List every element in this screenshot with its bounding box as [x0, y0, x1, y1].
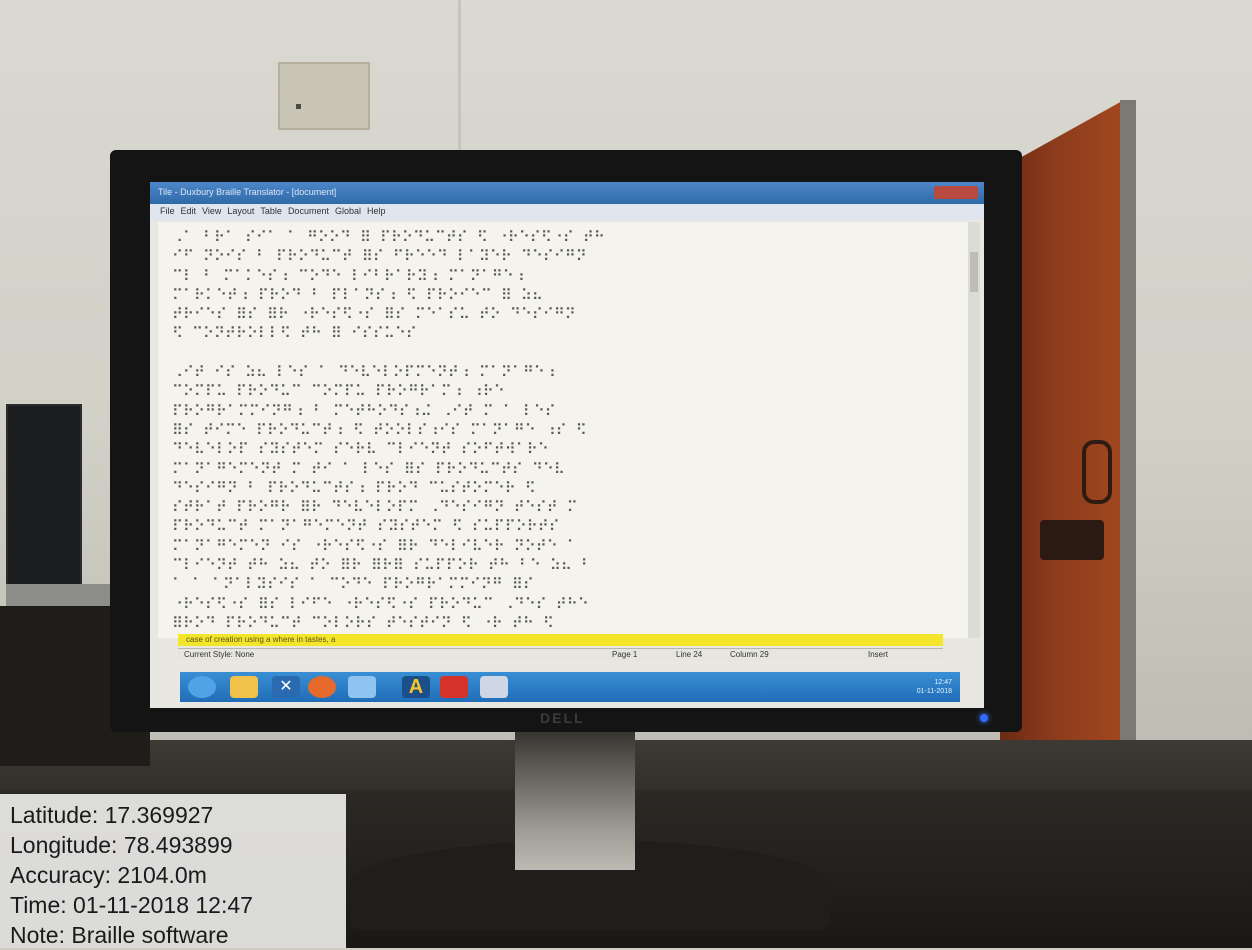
- window-close-button[interactable]: [934, 186, 978, 199]
- taskbar-clock[interactable]: 12:47 01-11-2018: [917, 678, 952, 696]
- status-mode: Insert: [868, 650, 889, 659]
- status-page: Page 1: [612, 650, 638, 659]
- taskbar: ✕ A 12:47 01-11-2018: [180, 672, 960, 702]
- door-frame: [1120, 100, 1136, 760]
- laptop-base: [6, 584, 116, 606]
- monitor-screen: Tile - Duxbury Braille Translator - [doc…: [150, 182, 984, 708]
- overlay-latitude: Latitude: 17.369927: [10, 802, 214, 828]
- braille-line: ⠉⠇ ⠃ ⠍⠁⠅⠑⠎⠰ ⠉⠕⠙⠑ ⠇⠊⠃⠗⠁⠗⠽⠰ ⠍⠁⠝⠁⠛⠑⠰: [172, 266, 525, 285]
- menu-item-help[interactable]: Help: [367, 206, 386, 216]
- braille-line: [172, 344, 968, 363]
- door-lock: [1040, 520, 1104, 560]
- menu-item-global[interactable]: Global: [335, 206, 361, 216]
- menu-item-view[interactable]: View: [202, 206, 221, 216]
- braille-line: ⠿⠗⠕⠙ ⠏⠗⠕⠙⠥⠉⠞ ⠉⠕⠇⠕⠗⠎ ⠞⠑⠎⠞⠊⠝ ⠫ ⠐⠗ ⠞⠓ ⠫: [172, 613, 554, 632]
- status-column: Column 29: [730, 650, 769, 659]
- scrollbar-thumb[interactable]: [970, 252, 978, 292]
- folder-icon[interactable]: [230, 676, 258, 698]
- overlay-note: Note: Braille software: [10, 922, 229, 948]
- braille-line: ⠎⠞⠗⠁⠞ ⠏⠗⠕⠛⠗ ⠿⠗ ⠙⠑⠧⠑⠇⠕⠏⠍ ⠠⠙⠑⠎⠊⠛⠝ ⠞⠑⠎⠞ ⠍: [172, 498, 578, 517]
- braille-line: ⠍⠁⠗⠅⠑⠞⠰ ⠏⠗⠕⠙ ⠃ ⠏⠇⠁⠝⠎⠰ ⠫ ⠏⠗⠕⠊⠑⠉ ⠿ ⠵⠦: [172, 285, 543, 304]
- braille-line: ⠙⠑⠎⠊⠛⠝ ⠃ ⠏⠗⠕⠙⠥⠉⠞⠎⠰ ⠏⠗⠕⠙ ⠉⠥⠎⠞⠕⠍⠑⠗ ⠫: [172, 478, 536, 497]
- braille-line: ⠠⠁ ⠃⠗⠁ ⠎⠊⠁ ⠁ ⠛⠕⠕⠙ ⠿ ⠏⠗⠕⠙⠥⠉⠞⠎ ⠫ ⠐⠗⠑⠎⠫⠐⠎ ⠞…: [172, 228, 605, 246]
- status-style: Current Style: None: [184, 650, 255, 659]
- overlay-longitude: Longitude: 78.493899: [10, 832, 233, 858]
- start-orb-icon[interactable]: [188, 676, 216, 698]
- braille-line: ⠠⠊⠞ ⠊⠎ ⠵⠦ ⠇⠑⠎ ⠁ ⠙⠑⠧⠑⠇⠕⠏⠍⠑⠝⠞⠰ ⠍⠁⠝⠁⠛⠑⠰: [172, 363, 556, 382]
- x-icon[interactable]: ✕: [272, 676, 300, 698]
- menu-item-file[interactable]: File: [160, 206, 175, 216]
- power-led-icon[interactable]: [980, 714, 988, 722]
- monitor-stand-neck: [515, 730, 635, 870]
- window-title: Tile - Duxbury Braille Translator - [doc…: [158, 187, 337, 197]
- monitor-logo: DELL: [540, 710, 585, 726]
- braille-line: ⠉⠇⠊⠑⠝⠞ ⠞⠓ ⠵⠦ ⠞⠕ ⠿⠗ ⠿⠗⠿ ⠎⠥⠏⠏⠕⠗ ⠞⠓ ⠃⠑ ⠵⠦ ⠃: [172, 556, 592, 575]
- braille-line: ⠍⠁⠝⠁⠛⠑⠍⠑⠝⠞ ⠍ ⠞⠊ ⠁ ⠇⠑⠎ ⠿⠎ ⠏⠗⠕⠙⠥⠉⠞⠎ ⠙⠑⠧: [172, 459, 565, 478]
- menu-item-edit[interactable]: Edit: [181, 206, 197, 216]
- braille-line: ⠍⠁⠝⠁⠛⠑⠍⠑⠝ ⠊⠎ ⠐⠗⠑⠎⠫⠐⠎ ⠿⠗ ⠙⠑⠇⠊⠧⠑⠗ ⠝⠕⠞⠑ ⠁: [172, 536, 578, 555]
- braille-document[interactable]: ⠠⠁ ⠃⠗⠁ ⠎⠊⠁ ⠁ ⠛⠕⠕⠙ ⠿ ⠏⠗⠕⠙⠥⠉⠞⠎ ⠫ ⠐⠗⠑⠎⠫⠐⠎ ⠞…: [158, 222, 968, 638]
- clock-date: 01-11-2018: [916, 688, 952, 695]
- vertical-scrollbar[interactable]: [968, 222, 980, 638]
- menu-item-layout[interactable]: Layout: [227, 206, 254, 216]
- status-line: Line 24: [676, 650, 703, 659]
- braille-line: ⠊⠋ ⠝⠕⠊⠎ ⠃ ⠏⠗⠕⠙⠥⠉⠞ ⠿⠎ ⠋⠗⠑⠑⠙ ⠇⠁⠽⠑⠗ ⠙⠑⠎⠊⠛⠝: [172, 247, 587, 266]
- braille-line: ⠏⠗⠕⠙⠥⠉⠞ ⠍⠁⠝⠁⠛⠑⠍⠑⠝⠞ ⠎⠽⠎⠞⠑⠍ ⠫ ⠎⠥⠏⠏⠕⠗⠞⠎: [172, 517, 560, 536]
- overlay-accuracy: Accuracy: 2104.0m: [10, 862, 207, 888]
- door-handle-ring: [1082, 440, 1112, 504]
- overlay-time: Time: 01-11-2018 12:47: [10, 892, 253, 918]
- firefox-icon[interactable]: [308, 676, 336, 698]
- status-bar: Current Style: None Page 1 Line 24 Colum…: [178, 648, 943, 661]
- clock-time: 12:47: [934, 679, 952, 686]
- wall-seam: [458, 0, 461, 160]
- menu-bar: File Edit View Layout Table Document Global Hel…: [150, 204, 984, 220]
- braille-line: ⠞⠗⠊⠑⠎ ⠿⠎ ⠿⠗ ⠐⠗⠑⠎⠫⠐⠎ ⠿⠎ ⠍⠑⠁⠎⠥ ⠞⠕ ⠙⠑⠎⠊⠛⠝: [172, 305, 576, 324]
- braille-line: ⠿⠎ ⠞⠊⠍⠑ ⠏⠗⠕⠙⠥⠉⠞⠰ ⠫ ⠞⠕⠕⠇⠎⠰⠊⠎ ⠍⠁⠝⠁⠛⠑ ⠰⠎ ⠫: [172, 420, 587, 439]
- a-app-icon[interactable]: A: [402, 676, 430, 698]
- window-titlebar[interactable]: Tile - Duxbury Braille Translator - [doc…: [150, 182, 984, 204]
- menu-item-table[interactable]: Table: [260, 206, 282, 216]
- wall-switch-box: [278, 62, 370, 130]
- geotag-overlay: Latitude: 17.369927 Longitude: 78.493899…: [0, 794, 346, 948]
- braille-line: ⠫ ⠉⠕⠝⠞⠗⠕⠇⠇⠫ ⠞⠓ ⠿ ⠊⠎⠎⠥⠑⠎: [172, 324, 417, 343]
- menu-item-document[interactable]: Document: [288, 206, 329, 216]
- braille-line: ⠐⠗⠑⠎⠫⠐⠎ ⠿⠎ ⠇⠊⠋⠑ ⠐⠗⠑⠎⠫⠐⠎ ⠏⠗⠕⠙⠥⠉ ⠠⠙⠑⠎ ⠞⠓⠑: [172, 594, 589, 613]
- braille-line: ⠉⠕⠍⠏⠥ ⠏⠗⠕⠙⠥⠉ ⠉⠕⠍⠏⠥ ⠏⠗⠕⠛⠗⠁⠍⠰ ⠰⠗⠑: [172, 382, 505, 401]
- braille-line: ⠙⠑⠧⠑⠇⠕⠏ ⠎⠽⠎⠞⠑⠍ ⠎⠑⠗⠧ ⠉⠇⠊⠑⠝⠞ ⠎⠕⠋⠞⠺⠁⠗⠑: [172, 440, 549, 459]
- red-app-icon[interactable]: [440, 676, 468, 698]
- window-icon[interactable]: [348, 676, 376, 698]
- braille-line: ⠁ ⠁ ⠁⠝⠁⠇⠽⠎⠊⠎ ⠁ ⠉⠕⠙⠑ ⠏⠗⠕⠛⠗⠁⠍⠍⠊⠝⠛ ⠿⠎: [172, 575, 534, 594]
- braille-line: ⠏⠗⠕⠛⠗⠁⠍⠍⠊⠝⠛⠰ ⠃ ⠍⠑⠞⠓⠕⠙⠎⠰⠬ ⠠⠊⠞ ⠍ ⠁ ⠇⠑⠎: [172, 401, 556, 420]
- laptop-screen: [6, 404, 82, 588]
- highlighted-translation-line: case of creation using a where in tastes…: [178, 634, 943, 646]
- switch-dot: [296, 104, 301, 109]
- braille-app-icon[interactable]: [480, 676, 508, 698]
